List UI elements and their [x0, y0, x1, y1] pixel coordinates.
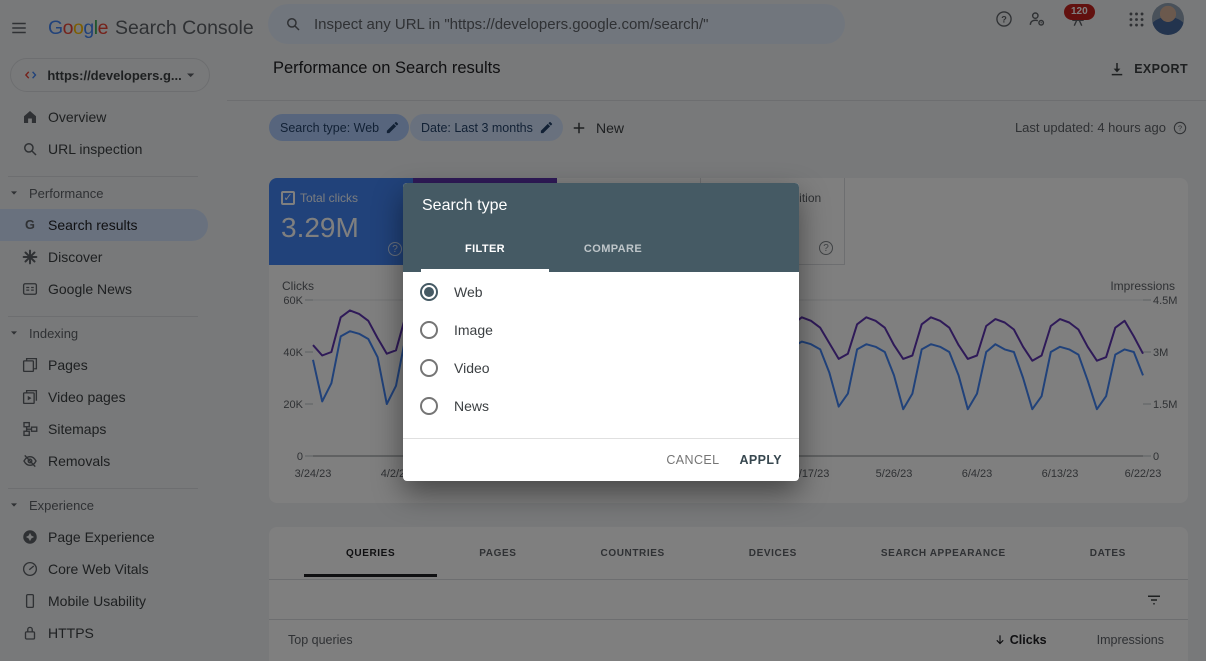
radio-icon [420, 283, 438, 301]
tab-filter[interactable]: FILTER [421, 226, 549, 272]
radio-option-video[interactable]: Video [403, 349, 799, 387]
radio-icon [420, 359, 438, 377]
tab-compare[interactable]: COMPARE [549, 226, 677, 272]
radio-icon [420, 397, 438, 415]
radio-label: Web [454, 284, 483, 300]
cancel-button[interactable]: CANCEL [666, 453, 719, 467]
radio-label: Video [454, 360, 490, 376]
dialog-footer: CANCEL APPLY [403, 438, 799, 481]
apply-button[interactable]: APPLY [739, 453, 782, 467]
radio-label: News [454, 398, 489, 414]
radio-option-web[interactable]: Web [403, 273, 799, 311]
radio-icon [420, 321, 438, 339]
radio-option-news[interactable]: News [403, 387, 799, 425]
dialog-title: Search type [422, 197, 507, 215]
dialog-header: Search type FILTER COMPARE [403, 183, 799, 272]
dialog-tabs: FILTER COMPARE [421, 226, 677, 272]
dialog-body: Web Image Video News [403, 272, 799, 425]
page-root: Google Search Console ? 120 https://deve… [0, 0, 1206, 661]
radio-option-image[interactable]: Image [403, 311, 799, 349]
search-type-dialog: Search type FILTER COMPARE Web Image Vid… [403, 183, 799, 481]
radio-label: Image [454, 322, 493, 338]
